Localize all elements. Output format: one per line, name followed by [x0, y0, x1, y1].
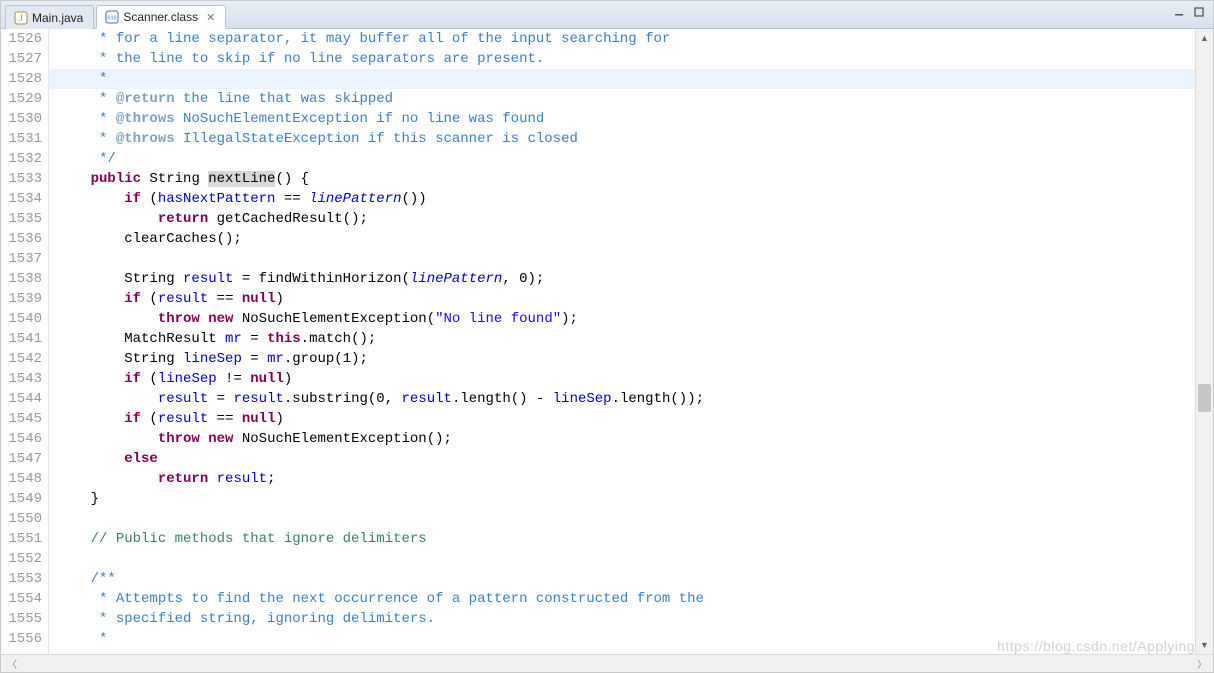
- vertical-scroll-thumb[interactable]: [1198, 384, 1211, 412]
- line-number: 1533: [1, 169, 42, 189]
- line-number: 1552: [1, 549, 42, 569]
- code-line[interactable]: * @throws NoSuchElementException if no l…: [49, 109, 1195, 129]
- line-number-gutter: 1526152715281529153015311532153315341535…: [1, 29, 49, 654]
- line-number: 1530: [1, 109, 42, 129]
- line-number: 1555: [1, 609, 42, 629]
- line-number: 1544: [1, 389, 42, 409]
- line-number: 1547: [1, 449, 42, 469]
- horizontal-scrollbar[interactable]: 〈 〉: [1, 654, 1213, 672]
- code-line[interactable]: [49, 249, 1195, 269]
- maximize-button[interactable]: [1191, 5, 1207, 19]
- editor-tabbar: J Main.java 010 Scanner.class ✕: [1, 1, 1213, 29]
- line-number: 1535: [1, 209, 42, 229]
- line-number: 1531: [1, 129, 42, 149]
- code-line[interactable]: clearCaches();: [49, 229, 1195, 249]
- code-line[interactable]: * specified string, ignoring delimiters.: [49, 609, 1195, 629]
- code-line[interactable]: String lineSep = mr.group(1);: [49, 349, 1195, 369]
- code-line[interactable]: *: [49, 69, 1195, 89]
- java-file-icon: J: [14, 11, 28, 25]
- line-number: 1539: [1, 289, 42, 309]
- line-number: 1536: [1, 229, 42, 249]
- tab-label: Scanner.class: [123, 10, 198, 24]
- scroll-down-arrow[interactable]: ▼: [1196, 636, 1213, 654]
- editor-tab-main-java[interactable]: J Main.java: [5, 5, 94, 29]
- code-line[interactable]: if (hasNextPattern == linePattern()): [49, 189, 1195, 209]
- editor-tab-scanner-class[interactable]: 010 Scanner.class ✕: [96, 5, 226, 29]
- code-line[interactable]: * for a line separator, it may buffer al…: [49, 29, 1195, 49]
- line-number: 1534: [1, 189, 42, 209]
- code-line[interactable]: String result = findWithinHorizon(linePa…: [49, 269, 1195, 289]
- line-number: 1548: [1, 469, 42, 489]
- line-number: 1527: [1, 49, 42, 69]
- scroll-right-arrow[interactable]: 〉: [1163, 655, 1213, 672]
- tab-label: Main.java: [32, 11, 83, 25]
- code-line[interactable]: /**: [49, 569, 1195, 589]
- line-number: 1540: [1, 309, 42, 329]
- line-number: 1550: [1, 509, 42, 529]
- scroll-left-arrow[interactable]: 〈: [1, 655, 51, 672]
- line-number: 1538: [1, 269, 42, 289]
- code-line[interactable]: public String nextLine() {: [49, 169, 1195, 189]
- code-line[interactable]: */: [49, 149, 1195, 169]
- code-line[interactable]: *: [49, 629, 1195, 649]
- line-number: 1541: [1, 329, 42, 349]
- line-number: 1526: [1, 29, 42, 49]
- line-number: 1549: [1, 489, 42, 509]
- code-line[interactable]: if (result == null): [49, 409, 1195, 429]
- code-line[interactable]: return getCachedResult();: [49, 209, 1195, 229]
- line-number: 1545: [1, 409, 42, 429]
- code-line[interactable]: * the line to skip if no line separators…: [49, 49, 1195, 69]
- code-line[interactable]: MatchResult mr = this.match();: [49, 329, 1195, 349]
- line-number: 1543: [1, 369, 42, 389]
- code-line[interactable]: [49, 509, 1195, 529]
- editor-area: 1526152715281529153015311532153315341535…: [1, 29, 1213, 654]
- code-line[interactable]: else: [49, 449, 1195, 469]
- code-line[interactable]: result = result.substring(0, result.leng…: [49, 389, 1195, 409]
- svg-text:J: J: [19, 13, 23, 23]
- line-number: 1532: [1, 149, 42, 169]
- code-line[interactable]: * @throws IllegalStateException if this …: [49, 129, 1195, 149]
- code-line[interactable]: if (result == null): [49, 289, 1195, 309]
- line-number: 1554: [1, 589, 42, 609]
- minimize-button[interactable]: [1171, 5, 1187, 19]
- code-line[interactable]: }: [49, 489, 1195, 509]
- code-line[interactable]: // Public methods that ignore delimiters: [49, 529, 1195, 549]
- line-number: 1537: [1, 249, 42, 269]
- window-controls: [1171, 5, 1207, 19]
- line-number: 1556: [1, 629, 42, 649]
- svg-text:010: 010: [108, 16, 117, 22]
- code-line[interactable]: [49, 549, 1195, 569]
- code-line[interactable]: return result;: [49, 469, 1195, 489]
- line-number: 1551: [1, 529, 42, 549]
- code-line[interactable]: * Attempts to find the next occurrence o…: [49, 589, 1195, 609]
- line-number: 1553: [1, 569, 42, 589]
- code-content[interactable]: * for a line separator, it may buffer al…: [49, 29, 1195, 654]
- line-number: 1546: [1, 429, 42, 449]
- line-number: 1529: [1, 89, 42, 109]
- code-line[interactable]: throw new NoSuchElementException("No lin…: [49, 309, 1195, 329]
- code-line[interactable]: if (lineSep != null): [49, 369, 1195, 389]
- class-file-icon: 010: [105, 10, 119, 24]
- code-line[interactable]: * @return the line that was skipped: [49, 89, 1195, 109]
- close-icon[interactable]: ✕: [206, 11, 215, 24]
- scroll-up-arrow[interactable]: ▲: [1196, 29, 1213, 47]
- line-number: 1542: [1, 349, 42, 369]
- line-number: 1528: [1, 69, 42, 89]
- vertical-scrollbar[interactable]: ▲ ▼: [1195, 29, 1213, 654]
- code-line[interactable]: throw new NoSuchElementException();: [49, 429, 1195, 449]
